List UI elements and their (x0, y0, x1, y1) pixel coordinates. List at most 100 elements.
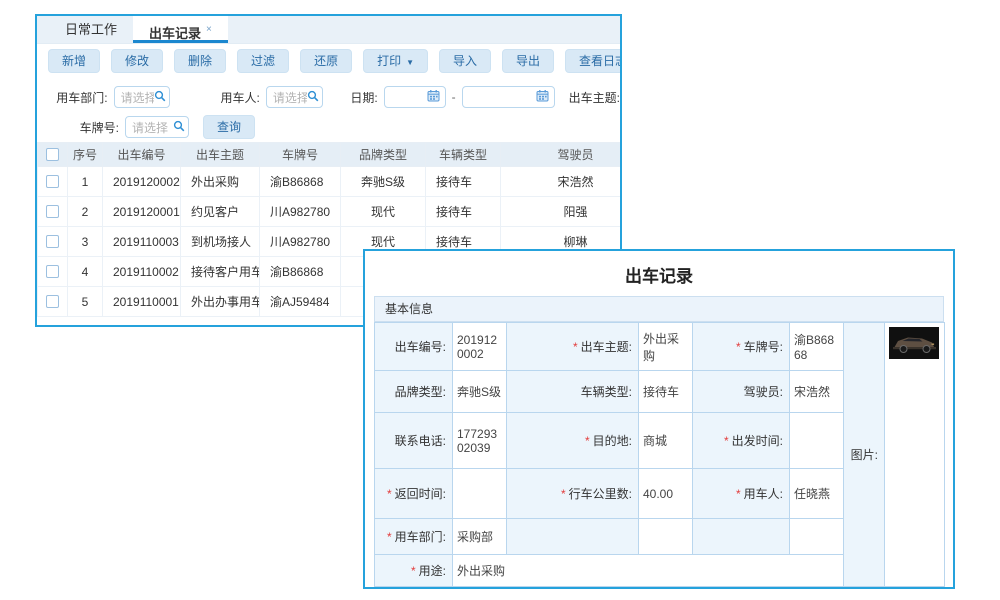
plate-select-placeholder: 请选择 (132, 119, 173, 136)
toolbar-button-还原[interactable]: 还原 (300, 49, 352, 73)
row-checkbox[interactable] (46, 175, 59, 188)
field-value-cell (453, 469, 507, 519)
record-link-cell[interactable]: 宋浩然 (501, 167, 623, 197)
record-cell: 1 (68, 167, 103, 197)
plate-select-input[interactable]: 请选择 (125, 116, 189, 138)
row-select-cell (38, 227, 68, 257)
field-label-cell: 驾驶员: (693, 371, 790, 413)
user-filter-label: 用车人: (170, 89, 260, 106)
field-label: 用途: (419, 564, 446, 578)
query-button[interactable]: 查询 (203, 115, 255, 139)
table-row: 12019120002外出采购渝B86868奔驰S级接待车宋浩然 (38, 167, 623, 197)
vehicle-photo[interactable] (889, 348, 939, 362)
plate-filter-label: 车牌号: (37, 119, 119, 136)
image-label-cell: 图片: (844, 323, 885, 587)
toolbar-button-过滤[interactable]: 过滤 (237, 49, 289, 73)
row-select-cell (38, 257, 68, 287)
toolbar-button-导入[interactable]: 导入 (439, 49, 491, 73)
search-lookup-icon[interactable] (307, 90, 319, 105)
row-select-cell (38, 287, 68, 317)
search-lookup-icon[interactable] (154, 90, 166, 105)
field-label-cell (507, 519, 639, 555)
date-filter-label: 日期: (323, 89, 378, 106)
record-link-cell[interactable]: 2019120002 (103, 167, 181, 197)
toolbar-button-label: 查看日志 (579, 54, 622, 68)
date-to-input[interactable] (462, 86, 555, 108)
column-header: 出车主题 (181, 143, 260, 167)
record-link-cell[interactable]: 到机场接人 (181, 227, 260, 257)
row-checkbox[interactable] (46, 235, 59, 248)
toolbar-button-label: 打印 (377, 54, 401, 68)
field-label-cell: 出车编号: (375, 323, 453, 371)
toolbar-button-打印[interactable]: 打印▼ (363, 49, 428, 73)
subject-filter-label: 出车主题: (569, 89, 620, 106)
row-checkbox[interactable] (46, 265, 59, 278)
select-all-cell (38, 143, 68, 167)
required-marker: * (736, 487, 741, 501)
toolbar-button-修改[interactable]: 修改 (111, 49, 163, 73)
tab-dispatch-records[interactable]: 出车记录 × (133, 16, 228, 43)
field-label-cell: *用车人: (693, 469, 790, 519)
row-checkbox[interactable] (46, 205, 59, 218)
record-cell: 5 (68, 287, 103, 317)
tab-label: 出车记录 (149, 26, 201, 41)
tab-bar: 日常工作 出车记录 × (37, 16, 620, 44)
date-range-separator: - (452, 90, 456, 104)
image-cell (885, 323, 945, 587)
toolbar-button-导出[interactable]: 导出 (502, 49, 554, 73)
section-header: 基本信息 (374, 296, 944, 322)
field-label: 品牌类型: (395, 385, 446, 399)
record-link-cell[interactable]: 渝B86868 (260, 257, 341, 287)
field-label-cell: *出车主题: (507, 323, 639, 371)
record-cell: 现代 (341, 197, 426, 227)
detail-form-body: 出车编号:2019120002*出车主题:外出采购*车牌号:渝B86868图片:… (375, 323, 945, 587)
toolbar-button-新增[interactable]: 新增 (48, 49, 100, 73)
user-select-input[interactable]: 请选择 (266, 86, 323, 108)
record-link-cell[interactable]: 外出办事用车 (181, 287, 260, 317)
dept-select-placeholder: 请选择 (121, 89, 155, 106)
record-link-cell[interactable]: 外出采购 (181, 167, 260, 197)
dialog-title: 出车记录 (365, 262, 953, 287)
tab-daily-work[interactable]: 日常工作 (49, 16, 133, 43)
dept-select-input[interactable]: 请选择 (114, 86, 171, 108)
record-link-cell[interactable]: 约见客户 (181, 197, 260, 227)
row-select-cell (38, 167, 68, 197)
field-label: 出车主题: (581, 340, 632, 354)
toolbar-button-label: 新增 (62, 54, 86, 68)
record-cell: 4 (68, 257, 103, 287)
dept-filter-label: 用车部门: (37, 89, 108, 106)
calendar-icon[interactable] (536, 89, 549, 105)
record-link-cell[interactable]: 渝B86868 (260, 167, 341, 197)
search-lookup-icon[interactable] (173, 120, 185, 135)
toolbar-button-label: 删除 (188, 54, 212, 68)
select-all-checkbox[interactable] (46, 148, 59, 161)
record-link-cell[interactable]: 2019120001 (103, 197, 181, 227)
toolbar: 新增 修改 删除 过滤还原打印▼ 导入导出 查看日志 (37, 44, 620, 78)
toolbar-button-删除[interactable]: 删除 (174, 49, 226, 73)
required-marker: * (585, 434, 590, 448)
row-checkbox[interactable] (46, 295, 59, 308)
toolbar-button-label: 修改 (125, 54, 149, 68)
field-value-cell: 17729302039 (453, 413, 507, 469)
record-link-cell[interactable]: 阳强 (501, 197, 623, 227)
table-row: 22019120001约见客户川A982780现代接待车阳强 (38, 197, 623, 227)
toolbar-button-查看日志[interactable]: 查看日志 (565, 49, 622, 73)
field-value-cell (639, 519, 693, 555)
field-label: 行车公里数: (569, 487, 632, 501)
user-select-placeholder: 请选择 (273, 89, 307, 106)
record-link-cell[interactable]: 2019110001 (103, 287, 181, 317)
record-link-cell[interactable]: 接待客户用车 (181, 257, 260, 287)
column-header: 车辆类型 (426, 143, 501, 167)
field-value-cell: 采购部 (453, 519, 507, 555)
field-value-cell (790, 519, 844, 555)
record-link-cell[interactable]: 川A982780 (260, 197, 341, 227)
field-value-cell: 奔驰S级 (453, 371, 507, 413)
record-link-cell[interactable]: 渝AJ59484 (260, 287, 341, 317)
tab-close-icon[interactable]: × (206, 24, 212, 35)
calendar-icon[interactable] (427, 89, 440, 105)
column-header: 品牌类型 (341, 143, 426, 167)
record-link-cell[interactable]: 2019110002 (103, 257, 181, 287)
record-link-cell[interactable]: 川A982780 (260, 227, 341, 257)
date-from-input[interactable] (384, 86, 446, 108)
record-link-cell[interactable]: 2019110003 (103, 227, 181, 257)
